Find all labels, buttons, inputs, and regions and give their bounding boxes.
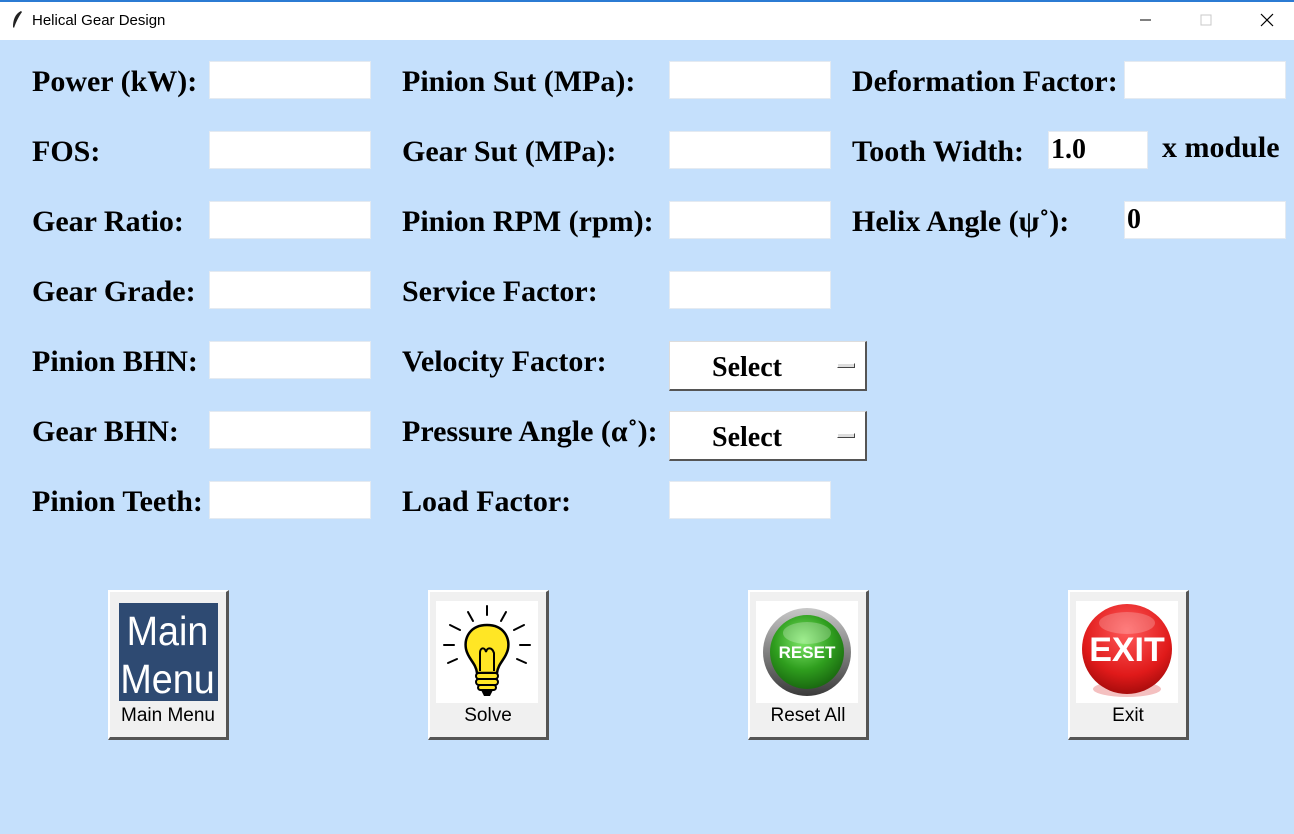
power-label: Power (kW): [32, 65, 198, 98]
fos-label: FOS: [32, 135, 101, 168]
exit-icon: EXIT [1076, 601, 1178, 703]
gear-grade-input[interactable] [209, 271, 371, 309]
window-title: Helical Gear Design [32, 12, 166, 29]
pinion-teeth-label: Pinion Teeth: [32, 485, 203, 518]
main-menu-caption: Main Menu [121, 705, 215, 726]
tooth-width-label: Tooth Width: [852, 135, 1025, 168]
load-factor-input[interactable] [669, 481, 831, 519]
pinion-teeth-input[interactable] [209, 481, 371, 519]
pinion-sut-input[interactable] [669, 61, 831, 99]
feather-icon [13, 11, 22, 28]
pressure-angle-label: Pressure Angle (α˚): [402, 415, 658, 448]
pressure-angle-dropdown[interactable]: Select [669, 411, 867, 461]
gear-bhn-label: Gear BHN: [32, 415, 179, 448]
gear-sut-label: Gear Sut (MPa): [402, 135, 617, 168]
pinion-rpm-input[interactable] [669, 201, 831, 239]
solve-button[interactable]: Solve [428, 590, 549, 740]
main-menu-image-line1: Main [127, 609, 209, 655]
load-factor-label: Load Factor: [402, 485, 572, 518]
main-menu-image-line2: Menu [120, 657, 214, 703]
velocity-factor-selected: Select [712, 352, 782, 383]
power-input[interactable] [209, 61, 371, 99]
close-icon [1260, 13, 1274, 27]
reset-icon: RESET [756, 601, 858, 703]
solve-caption: Solve [464, 705, 512, 726]
title-bar-edge [0, 0, 1294, 2]
main-menu-icon: Main Menu [119, 603, 218, 703]
velocity-factor-dropdown[interactable]: Select [669, 341, 867, 391]
pinion-bhn-input[interactable] [209, 341, 371, 379]
reset-all-button[interactable]: RESET Reset All [748, 590, 869, 740]
maximize-icon [1200, 14, 1212, 26]
helix-angle-label: Helix Angle (ψ˚): [852, 205, 1070, 238]
gear-ratio-input[interactable] [209, 201, 371, 239]
fos-input[interactable] [209, 131, 371, 169]
gear-sut-input[interactable] [669, 131, 831, 169]
exit-image-text: EXIT [1089, 631, 1165, 669]
gear-ratio-label: Gear Ratio: [32, 205, 184, 238]
exit-button[interactable]: EXIT Exit [1068, 590, 1189, 740]
deformation-factor-input[interactable] [1124, 61, 1286, 99]
reset-image-text: RESET [779, 643, 836, 662]
service-factor-label: Service Factor: [402, 275, 598, 308]
tooth-width-unit: x module [1162, 131, 1280, 164]
minimize-icon [1140, 19, 1151, 21]
gear-grade-label: Gear Grade: [32, 275, 196, 308]
minimize-button[interactable] [1116, 0, 1176, 40]
lightbulb-icon [436, 601, 538, 703]
velocity-factor-label: Velocity Factor: [402, 345, 607, 378]
pinion-bhn-label: Pinion BHN: [32, 345, 198, 378]
exit-caption: Exit [1112, 705, 1144, 726]
service-factor-input[interactable] [669, 271, 831, 309]
helix-angle-input[interactable]: 0 [1124, 201, 1286, 239]
dropdown-indicator-icon [837, 433, 855, 438]
close-button[interactable] [1236, 0, 1294, 40]
gear-bhn-input[interactable] [209, 411, 371, 449]
maximize-button[interactable] [1176, 0, 1236, 40]
main-menu-button[interactable]: Main Menu Main Menu [108, 590, 229, 740]
dropdown-indicator-icon [837, 363, 855, 368]
pressure-angle-selected: Select [712, 422, 782, 453]
tooth-width-input[interactable]: 1.0 [1048, 131, 1148, 169]
deformation-factor-label: Deformation Factor: [852, 65, 1118, 98]
pinion-sut-label: Pinion Sut (MPa): [402, 65, 636, 98]
reset-all-caption: Reset All [770, 705, 846, 726]
title-bar: Helical Gear Design [0, 0, 1294, 40]
pinion-rpm-label: Pinion RPM (rpm): [402, 205, 654, 238]
